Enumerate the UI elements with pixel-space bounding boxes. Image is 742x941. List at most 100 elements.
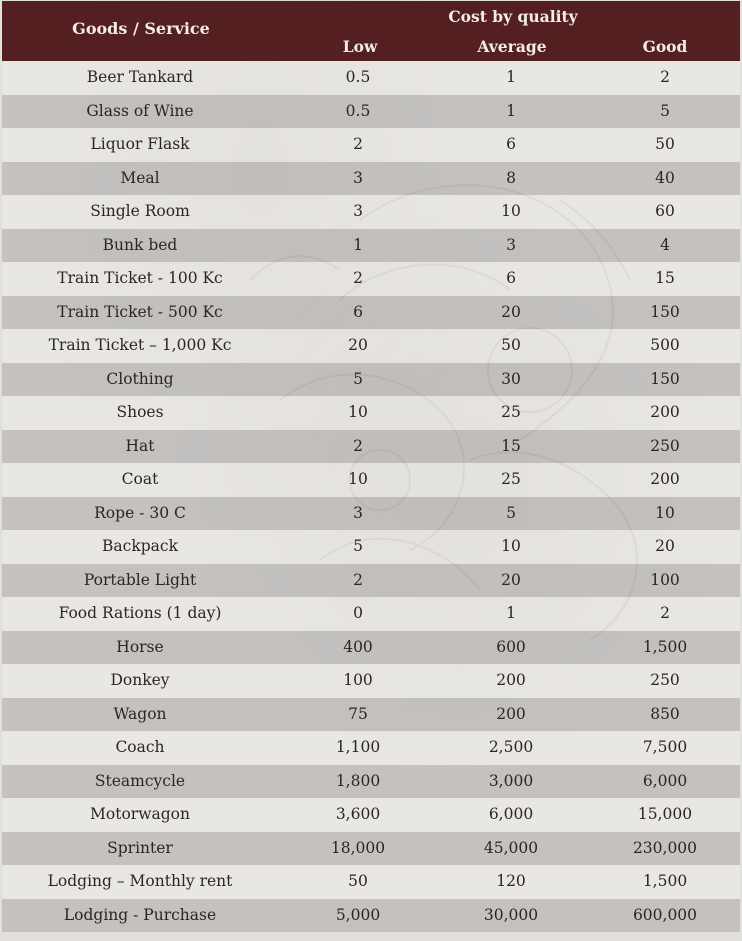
average-cost-cell: 10 (501, 202, 521, 220)
good-cost-cell: 4 (660, 235, 670, 254)
table-row: Bunk bed 1 3 4 (2, 228, 740, 262)
item-name-cell: Lodging - Purchase (63, 905, 217, 924)
low-cost-cell: 100 (343, 671, 373, 689)
item-name-cell: Beer Tankard (86, 68, 194, 86)
low-cost-cell: 3,600 (335, 805, 381, 823)
item-name-cell: Bunk bed (102, 235, 178, 254)
cost-by-quality-header: Cost by quality (448, 7, 578, 26)
average-cost-cell: 6 (506, 269, 516, 287)
average-column-header: Average (477, 37, 547, 56)
price-table-page: Goods / Service Cost by quality Low Aver… (0, 0, 742, 941)
table-row: Liquor Flask 2 6 50 (2, 128, 740, 162)
item-name-cell: Shoes (116, 403, 164, 421)
good-cost-cell: 500 (650, 336, 680, 354)
goods-service-header: Goods / Service (72, 19, 210, 38)
good-cost-cell: 6,000 (642, 771, 688, 790)
average-cost-cell: 15 (501, 436, 521, 455)
good-cost-cell: 60 (655, 202, 675, 220)
item-name-cell: Lodging – Monthly rent (47, 872, 233, 890)
good-cost-cell: 200 (650, 470, 680, 488)
table-row: Coach 1,100 2,500 7,500 (2, 731, 740, 765)
average-cost-cell: 25 (501, 470, 521, 488)
average-cost-cell: 1 (506, 68, 516, 86)
table-row: Lodging - Purchase 5,000 30,000 600,000 (2, 898, 740, 932)
low-cost-cell: 0.5 (345, 101, 371, 120)
average-cost-cell: 8 (506, 168, 516, 187)
table-row: Donkey 100 200 250 (2, 664, 740, 698)
item-name-cell: Motorwagon (90, 805, 190, 823)
low-cost-cell: 1,100 (335, 738, 381, 756)
table-row: Meal 3 8 40 (2, 161, 740, 195)
average-cost-cell: 2,500 (488, 738, 534, 756)
table-row: Clothing 5 30 150 (2, 362, 740, 396)
item-name-cell: Food Rations (1 day) (58, 604, 222, 622)
low-cost-cell: 3 (353, 202, 363, 220)
low-cost-cell: 2 (353, 436, 363, 455)
low-cost-cell: 10 (348, 470, 368, 488)
table-row: Food Rations (1 day) 0 1 2 (2, 597, 740, 631)
low-cost-cell: 2 (353, 269, 363, 287)
good-cost-cell: 20 (655, 537, 675, 555)
table-row: Portable Light 2 20 100 (2, 563, 740, 597)
low-cost-cell: 10 (348, 403, 368, 421)
average-cost-cell: 30,000 (483, 905, 539, 924)
item-name-cell: Sprinter (107, 838, 173, 857)
item-name-cell: Hat (125, 436, 155, 455)
good-cost-cell: 40 (655, 168, 675, 187)
table-row: Beer Tankard 0.5 1 2 (2, 61, 740, 95)
low-cost-cell: 2 (353, 135, 363, 153)
table-row: Lodging – Monthly rent 50 120 1,500 (2, 865, 740, 899)
average-cost-cell: 20 (501, 570, 521, 589)
good-cost-cell: 200 (650, 403, 680, 421)
low-cost-cell: 5 (353, 369, 363, 388)
table-row: Motorwagon 3,600 6,000 15,000 (2, 798, 740, 832)
good-cost-cell: 50 (655, 135, 675, 153)
table-row: Coat 10 25 200 (2, 463, 740, 497)
low-column-header: Low (342, 37, 378, 56)
table-row: Backpack 5 10 20 (2, 530, 740, 564)
item-name-cell: Coach (115, 738, 165, 756)
item-name-cell: Donkey (110, 671, 170, 689)
good-cost-cell: 250 (650, 436, 680, 455)
item-name-cell: Train Ticket – 1,000 Kc (48, 336, 232, 354)
low-cost-cell: 75 (348, 704, 368, 723)
low-cost-cell: 20 (348, 336, 368, 354)
low-cost-cell: 400 (343, 637, 373, 656)
low-cost-cell: 6 (353, 302, 363, 321)
good-cost-cell: 250 (650, 671, 680, 689)
low-cost-cell: 5 (353, 537, 363, 555)
item-name-cell: Portable Light (83, 570, 197, 589)
table-row: Glass of Wine 0.5 1 5 (2, 94, 740, 128)
low-cost-cell: 50 (348, 872, 368, 890)
item-name-cell: Wagon (113, 704, 167, 723)
average-cost-cell: 600 (496, 637, 526, 656)
item-name-cell: Liquor Flask (90, 135, 190, 153)
table-row: Steamcycle 1,800 3,000 6,000 (2, 764, 740, 798)
item-name-cell: Horse (116, 637, 164, 656)
good-cost-cell: 1,500 (642, 872, 688, 890)
low-cost-cell: 18,000 (330, 838, 386, 857)
table-row: Train Ticket - 100 Kc 2 6 15 (2, 262, 740, 296)
good-cost-cell: 15,000 (637, 805, 693, 823)
good-cost-cell: 150 (650, 302, 680, 321)
good-cost-cell: 2 (660, 604, 670, 622)
table-row: Sprinter 18,000 45,000 230,000 (2, 831, 740, 865)
average-cost-cell: 10 (501, 537, 521, 555)
low-cost-cell: 1 (353, 235, 363, 254)
table-row: Single Room 3 10 60 (2, 195, 740, 229)
average-cost-cell: 3,000 (488, 771, 534, 790)
table-row: Wagon 75 200 850 (2, 697, 740, 731)
average-cost-cell: 20 (501, 302, 521, 321)
good-cost-cell: 100 (650, 570, 680, 589)
item-name-cell: Clothing (106, 369, 174, 388)
item-name-cell: Single Room (90, 202, 190, 220)
low-cost-cell: 1,800 (335, 771, 381, 790)
item-name-cell: Meal (120, 168, 160, 187)
item-name-cell: Coat (121, 470, 159, 488)
item-name-cell: Backpack (102, 537, 178, 555)
average-cost-cell: 5 (506, 503, 516, 522)
low-cost-cell: 2 (353, 570, 363, 589)
table-row: Shoes 10 25 200 (2, 396, 740, 430)
low-cost-cell: 5,000 (335, 905, 381, 924)
good-cost-cell: 2 (660, 68, 670, 86)
